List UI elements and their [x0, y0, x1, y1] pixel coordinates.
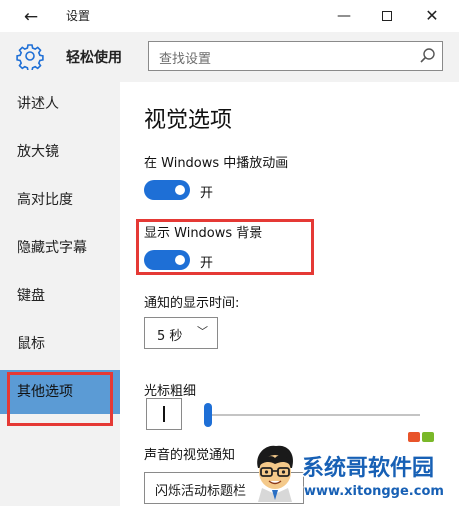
sidebar-item-closed-captions[interactable]: 隐藏式字幕: [0, 226, 120, 270]
toggle-knob: [175, 185, 185, 195]
cursor-thickness-slider-track[interactable]: [206, 414, 420, 416]
notification-time-value: 5 秒: [157, 329, 183, 344]
search-input[interactable]: 查找设置: [148, 41, 443, 71]
animation-toggle[interactable]: [144, 180, 190, 200]
visual-notification-label: 声音的视觉通知: [144, 448, 236, 463]
back-arrow-icon[interactable]: ←: [18, 6, 44, 28]
highlight-box-other-options: [7, 372, 113, 426]
window-title: 设置: [66, 9, 91, 23]
sidebar-item-mouse[interactable]: 鼠标: [0, 322, 120, 366]
visual-notification-value: 闪烁活动标题栏: [155, 484, 247, 499]
sidebar-item-magnifier[interactable]: 放大镜: [0, 130, 120, 174]
highlight-box-background: [136, 219, 314, 275]
cursor-thickness-label: 光标粗细: [144, 384, 197, 399]
close-button[interactable]: ✕: [415, 4, 449, 28]
header-bar: 轻松使用 查找设置: [0, 32, 459, 82]
notification-time-dropdown[interactable]: 5 秒 ﹀: [144, 317, 218, 349]
chevron-down-icon: ﹀: [197, 325, 208, 338]
watermark-name: 系统哥软件园: [302, 456, 435, 481]
notification-time-label: 通知的显示时间:: [144, 296, 240, 311]
watermark: 系统哥软件园 www.xitongge.com: [248, 440, 459, 506]
search-placeholder: 查找设置: [159, 52, 212, 67]
text-cursor-preview: [163, 406, 165, 422]
mascot-logo: [257, 445, 294, 502]
watermark-url: www.xitongge.com: [304, 484, 444, 499]
sidebar-item-keyboard[interactable]: 键盘: [0, 274, 120, 318]
cursor-thickness-slider-thumb[interactable]: [204, 403, 212, 427]
sidebar-item-high-contrast[interactable]: 高对比度: [0, 178, 120, 222]
page-title: 视觉选项: [144, 108, 233, 133]
cursor-thickness-preview: [146, 398, 182, 430]
maximize-icon: [382, 11, 392, 21]
maximize-button[interactable]: [370, 4, 404, 28]
sidebar-item-narrator[interactable]: 讲述人: [0, 82, 120, 126]
minimize-button[interactable]: —: [327, 4, 361, 28]
animation-label: 在 Windows 中播放动画: [144, 156, 289, 171]
title-bar: ← 设置 — ✕: [0, 0, 459, 32]
sidebar: 讲述人 放大镜 高对比度 隐藏式字幕 键盘 鼠标 其他选项: [0, 82, 120, 506]
animation-toggle-state: 开: [200, 186, 214, 201]
section-title: 轻松使用: [66, 50, 122, 66]
gear-icon: [16, 44, 44, 70]
search-icon[interactable]: [419, 47, 436, 64]
